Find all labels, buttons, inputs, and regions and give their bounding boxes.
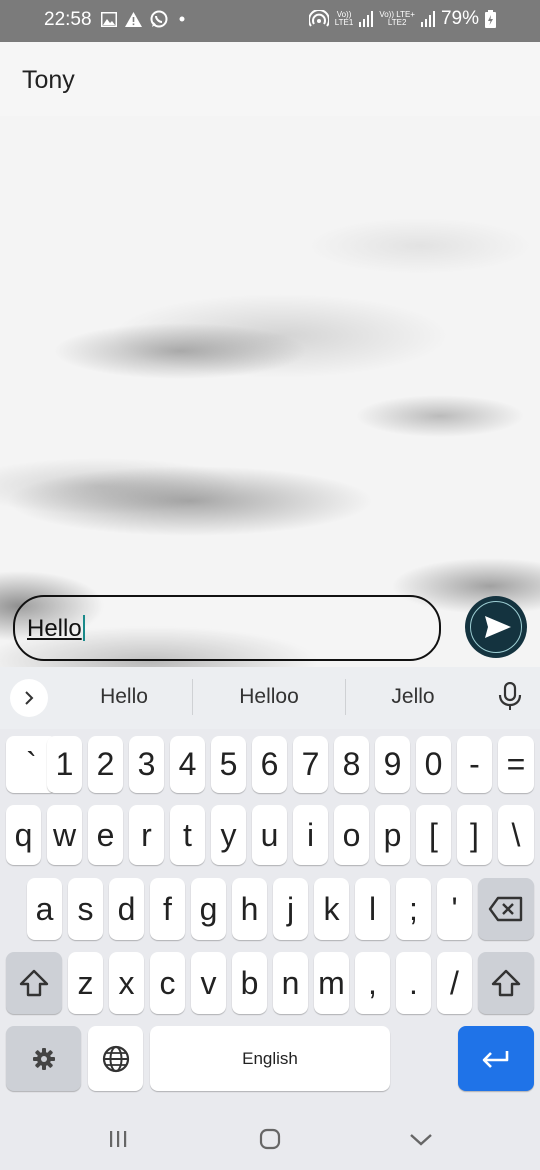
key[interactable]: b — [232, 952, 267, 1014]
key[interactable]: q — [6, 805, 41, 865]
whatsapp-icon — [150, 10, 168, 28]
key[interactable]: f — [150, 878, 185, 940]
navigation-bar — [0, 1106, 540, 1170]
key[interactable]: g — [191, 878, 226, 940]
suggestion-divider — [192, 679, 193, 715]
enter-icon — [482, 1050, 509, 1068]
message-text[interactable]: Hello — [27, 615, 85, 643]
suggestion-strip: Hello Helloo Jello — [0, 667, 540, 729]
chat-background[interactable] — [0, 116, 540, 667]
shift-key[interactable] — [6, 952, 62, 1014]
home-icon — [259, 1128, 281, 1150]
back-button[interactable] — [404, 1124, 438, 1154]
key[interactable]: 6 — [252, 736, 287, 793]
chevron-right-icon — [25, 691, 34, 705]
app-bar: Tony — [0, 42, 540, 116]
key[interactable]: i — [293, 805, 328, 865]
recents-button[interactable] — [100, 1124, 136, 1154]
key[interactable]: 9 — [375, 736, 410, 793]
suggestion-3[interactable]: Jello — [373, 685, 453, 709]
key[interactable]: 0 — [416, 736, 451, 793]
key[interactable]: m — [314, 952, 349, 1014]
key[interactable]: e — [88, 805, 123, 865]
status-bar: 22:58 Vo)) LTE1 Vo)) LTE+ LTE2 79% — [0, 0, 540, 42]
message-input[interactable]: Hello — [13, 595, 441, 661]
text-caret — [82, 615, 85, 641]
notification-icons — [101, 10, 188, 28]
home-button[interactable] — [254, 1124, 286, 1154]
key[interactable]: . — [396, 952, 431, 1014]
key[interactable]: 8 — [334, 736, 369, 793]
shift-key-right[interactable] — [478, 952, 534, 1014]
key[interactable]: d — [109, 878, 144, 940]
suggestion-2[interactable]: Helloo — [222, 685, 316, 709]
key[interactable]: h — [232, 878, 267, 940]
signal-icon — [420, 11, 435, 27]
key[interactable]: r — [129, 805, 164, 865]
gear-icon — [32, 1047, 55, 1070]
globe-icon — [102, 1045, 129, 1072]
key[interactable]: = — [498, 736, 534, 793]
backspace-key[interactable] — [478, 878, 534, 940]
sim2-label: Vo)) LTE+ LTE2 — [379, 10, 415, 27]
key[interactable]: ; — [396, 878, 431, 940]
status-time: 22:58 — [44, 9, 92, 30]
key[interactable]: 4 — [170, 736, 205, 793]
key[interactable]: x — [109, 952, 144, 1014]
key[interactable]: a — [27, 878, 62, 940]
key[interactable]: o — [334, 805, 369, 865]
key[interactable]: - — [457, 736, 492, 793]
key[interactable]: z — [68, 952, 103, 1014]
chevron-down-icon — [410, 1134, 432, 1146]
key[interactable]: l — [355, 878, 390, 940]
key[interactable]: 7 — [293, 736, 328, 793]
status-right: Vo)) LTE1 Vo)) LTE+ LTE2 79% — [308, 8, 496, 30]
key[interactable]: 5 — [211, 736, 246, 793]
enter-key[interactable] — [458, 1026, 534, 1091]
key[interactable]: w — [47, 805, 82, 865]
key[interactable]: v — [191, 952, 226, 1014]
key[interactable]: j — [273, 878, 308, 940]
key[interactable]: [ — [416, 805, 451, 865]
key[interactable]: , — [355, 952, 390, 1014]
backspace-icon — [488, 896, 523, 922]
sim1-label: Vo)) LTE1 — [334, 10, 354, 27]
key[interactable]: y — [211, 805, 246, 865]
send-button[interactable] — [465, 596, 527, 658]
language-key[interactable] — [88, 1026, 143, 1091]
settings-key[interactable] — [6, 1026, 81, 1091]
send-icon — [485, 616, 511, 638]
suggestion-divider — [345, 679, 346, 715]
contact-name: Tony — [22, 66, 75, 94]
key[interactable]: p — [375, 805, 410, 865]
gallery-icon — [101, 11, 117, 27]
shift-icon — [19, 969, 49, 997]
battery-charging-icon — [485, 10, 496, 28]
key[interactable]: ] — [457, 805, 492, 865]
signal-icon — [359, 11, 374, 27]
key[interactable]: \ — [498, 805, 534, 865]
mic-icon — [498, 681, 522, 710]
key[interactable]: t — [170, 805, 205, 865]
dot-icon — [179, 16, 185, 22]
suggestion-1[interactable]: Hello — [84, 685, 164, 709]
space-key[interactable]: English — [150, 1026, 390, 1091]
expand-toolbar-button[interactable] — [10, 679, 48, 717]
key[interactable]: n — [273, 952, 308, 1014]
hotspot-icon — [308, 10, 329, 27]
voice-input-button[interactable] — [496, 681, 524, 717]
key[interactable]: k — [314, 878, 349, 940]
key[interactable]: s — [68, 878, 103, 940]
key[interactable]: / — [437, 952, 472, 1014]
shift-icon — [491, 969, 521, 997]
recents-icon — [110, 1131, 127, 1147]
key[interactable]: 1 — [47, 736, 82, 793]
battery-percent: 79% — [440, 8, 479, 29]
key[interactable]: u — [252, 805, 287, 865]
key[interactable]: 3 — [129, 736, 164, 793]
key[interactable]: c — [150, 952, 185, 1014]
key[interactable]: 2 — [88, 736, 123, 793]
warning-icon — [125, 11, 142, 27]
key[interactable]: ' — [437, 878, 472, 940]
